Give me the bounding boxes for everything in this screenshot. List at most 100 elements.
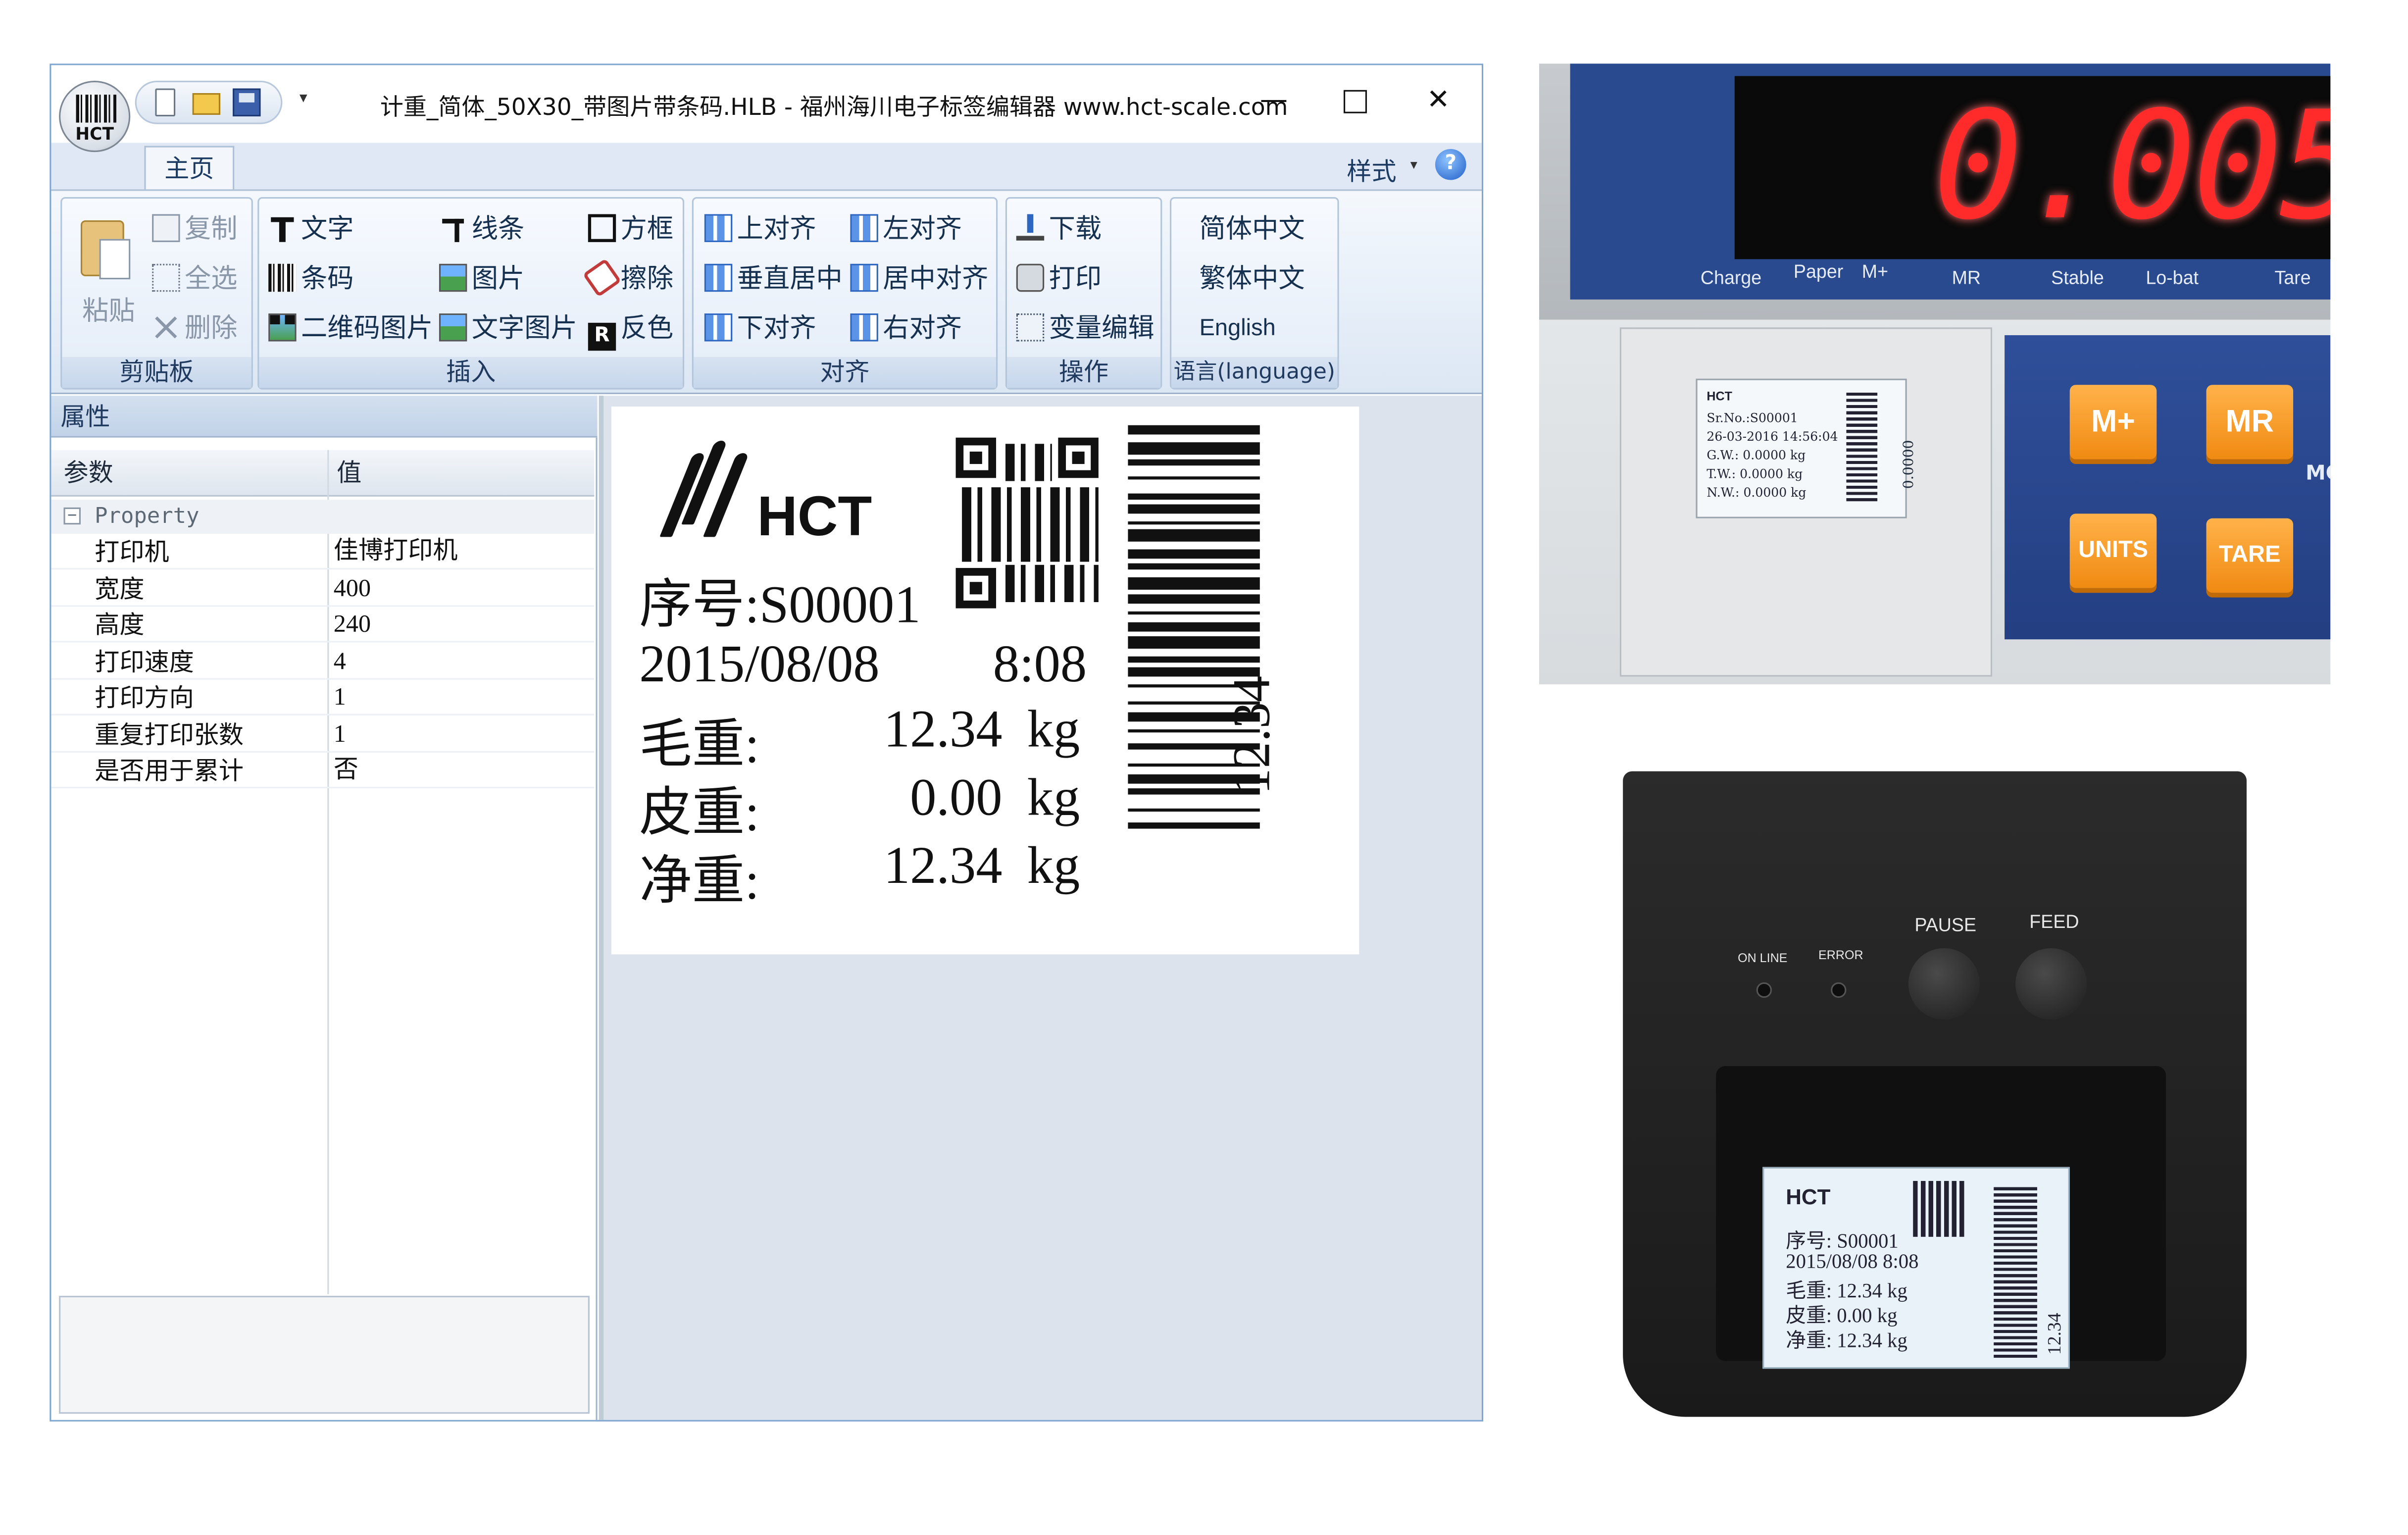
property-row[interactable]: 高度 240	[51, 607, 595, 643]
new-file-icon[interactable]	[155, 88, 176, 117]
key-tare: TARE	[2206, 518, 2294, 593]
barcode-human-readable[interactable]: 12.34	[1224, 676, 1283, 795]
key-mr: MR	[2206, 385, 2294, 460]
insert-qrcode-image-button[interactable]: 二维码图片	[268, 307, 433, 351]
hct-logo-icon[interactable]	[659, 438, 760, 537]
copy-button[interactable]: 复制	[152, 208, 238, 252]
gross-weight-value[interactable]: 12.34	[847, 702, 1003, 761]
date-field[interactable]: 2015/08/08	[639, 636, 879, 695]
property-value[interactable]: 1	[334, 680, 346, 716]
minimize-button[interactable]: —	[1246, 74, 1302, 127]
align-left-button[interactable]: 左对齐	[850, 208, 962, 252]
net-weight-value[interactable]: 12.34	[847, 838, 1003, 897]
net-weight-label[interactable]: 净重:	[639, 838, 759, 914]
align-left-icon	[850, 214, 878, 242]
align-v-center-button[interactable]: 垂直居中	[704, 257, 843, 301]
help-icon[interactable]: ?	[1435, 149, 1466, 180]
variable-edit-button[interactable]: 变量编辑	[1016, 307, 1154, 351]
app-logo-text: HCT	[75, 124, 114, 145]
insert-line-label: 线条	[471, 214, 525, 246]
property-key: 是否用于累计	[95, 756, 244, 785]
align-bottom-label: 下对齐	[737, 313, 816, 345]
property-row[interactable]: 是否用于累计 否	[51, 753, 595, 789]
invert-button[interactable]: R 反色	[588, 307, 673, 351]
insert-text-image-button[interactable]: 文字图片	[439, 307, 577, 351]
align-top-button[interactable]: 上对齐	[704, 208, 816, 252]
lang-simplified-button[interactable]: 简体中文	[1200, 208, 1305, 252]
insert-line-button[interactable]: 线条	[439, 208, 524, 252]
select-all-button[interactable]: 全选	[152, 257, 238, 301]
save-icon[interactable]	[233, 88, 261, 117]
app-menu-button[interactable]: HCT	[59, 80, 131, 153]
property-value[interactable]: 240	[334, 607, 371, 642]
property-row[interactable]: 打印机 佳博打印机	[51, 534, 595, 570]
insert-image-button[interactable]: 图片	[439, 257, 524, 301]
print-button[interactable]: 打印	[1016, 257, 1102, 301]
delete-label: 删除	[184, 313, 238, 345]
erase-button[interactable]: 擦除	[582, 257, 673, 301]
property-key: 宽度	[95, 574, 145, 604]
time-field[interactable]: 8:08	[993, 636, 1087, 695]
gross-weight-unit[interactable]: kg	[1027, 702, 1080, 761]
insert-text-button[interactable]: T 文字	[268, 208, 354, 252]
property-value[interactable]: 400	[334, 571, 371, 607]
printed-label-vertical-value: 12.34	[2043, 1313, 2065, 1355]
weight-display: 0.005	[1734, 76, 2331, 259]
barcode-bar	[1128, 442, 1260, 455]
open-folder-icon[interactable]	[192, 93, 221, 115]
delete-button[interactable]: 删除	[152, 307, 238, 351]
group-title-language: 语言(language)	[1171, 357, 1338, 388]
barcode-bar	[1128, 611, 1260, 615]
gross-weight-label[interactable]: 毛重:	[639, 702, 759, 778]
insert-rect-button[interactable]: 方框	[588, 208, 673, 252]
weighing-scale-photo: 0.005 Charge Paper M+ MR Stable Lo-bat T…	[1539, 63, 2331, 685]
lang-english-button[interactable]: English	[1200, 307, 1276, 351]
property-value[interactable]: 1	[334, 717, 346, 753]
serial-field[interactable]: 序号:S00001	[639, 562, 920, 638]
mini-label-barcode	[1846, 392, 1878, 502]
scale-top-panel: 0.005 Charge Paper M+ MR Stable Lo-bat T…	[1539, 63, 2331, 320]
align-vertical-center-icon	[704, 263, 733, 292]
collapse-icon[interactable]: −	[63, 507, 81, 525]
thermal-printer-photo: ON LINE ERROR PAUSE FEED HCT 序号: S00001 …	[1613, 771, 2258, 1423]
net-weight-unit[interactable]: kg	[1027, 838, 1080, 897]
property-row[interactable]: 宽度 400	[51, 571, 595, 607]
property-row[interactable]: 重复打印张数 1	[51, 717, 595, 753]
serial-value: S00001	[759, 577, 921, 635]
align-h-center-button[interactable]: 居中对齐	[850, 257, 988, 301]
quick-access-dropdown-icon[interactable]: ▾	[300, 90, 307, 107]
tare-weight-value[interactable]: 0.00	[847, 769, 1002, 828]
tare-weight-unit[interactable]: kg	[1027, 769, 1080, 828]
tare-weight-label[interactable]: 皮重:	[639, 769, 759, 846]
qr-code[interactable]	[955, 437, 1099, 609]
group-title-clipboard: 剪贴板	[62, 357, 251, 388]
download-button[interactable]: 下载	[1016, 208, 1102, 252]
design-canvas-area[interactable]: HCT 序号:S00001 2015/08/08 8:08 毛重: 12.34 …	[599, 396, 1482, 1420]
select-all-icon	[152, 263, 180, 292]
tab-home[interactable]: 主页	[144, 146, 235, 190]
paste-button[interactable]: 粘贴	[82, 289, 135, 328]
property-value[interactable]: 否	[334, 753, 358, 788]
property-category[interactable]: − Property	[51, 500, 595, 534]
property-value[interactable]: 佳博打印机	[334, 534, 458, 569]
property-key: 高度	[95, 610, 145, 640]
copy-label: 复制	[184, 214, 238, 246]
group-language: 简体中文 繁体中文 English 语言(language)	[1170, 197, 1339, 390]
label-page[interactable]: HCT 序号:S00001 2015/08/08 8:08 毛重: 12.34 …	[611, 407, 1359, 955]
label-editor-window: HCT ▾ 计重_简体_50X30_带图片带条码.HLB - 福州海川电子标签编…	[50, 63, 1484, 1422]
close-button[interactable]: ✕	[1410, 74, 1466, 127]
style-menu[interactable]: 样式	[1347, 151, 1396, 188]
property-value[interactable]: 4	[334, 644, 346, 680]
align-bottom-button[interactable]: 下对齐	[704, 307, 816, 351]
align-right-button[interactable]: 右对齐	[850, 307, 962, 351]
chevron-down-icon[interactable]: ▾	[1410, 158, 1417, 174]
property-row[interactable]: 打印速度 4	[51, 644, 595, 680]
insert-barcode-button[interactable]: 条码	[268, 257, 354, 301]
maximize-button[interactable]	[1327, 74, 1383, 127]
key-mc-partial: MC	[2306, 462, 2330, 486]
property-row[interactable]: 打印方向 1	[51, 680, 595, 716]
label-brand-text[interactable]: HCT	[757, 484, 872, 550]
align-top-label: 上对齐	[737, 214, 816, 246]
lang-traditional-button[interactable]: 繁体中文	[1200, 257, 1305, 301]
printed-label-barcode	[1994, 1184, 2037, 1358]
